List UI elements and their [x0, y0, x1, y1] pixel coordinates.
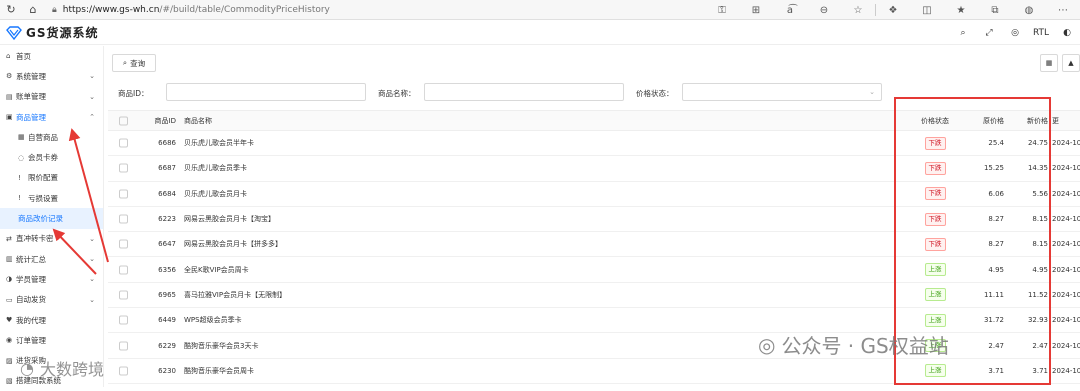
watermark-left: ◔ 大数跨境: [20, 356, 104, 380]
arrow-to-price-log: [52, 228, 97, 275]
watermark-logo-icon: ◔: [20, 358, 34, 378]
arrow-to-goods-menu: [68, 128, 109, 263]
watermark-left-text: 大数跨境: [39, 360, 104, 379]
annotation-arrows: [52, 128, 109, 275]
wechat-icon: ◎: [758, 332, 776, 357]
watermark-right: ◎ 公众号 · GS权益站: [758, 330, 949, 359]
watermark-text: 公众号 · GS权益站: [781, 334, 949, 358]
